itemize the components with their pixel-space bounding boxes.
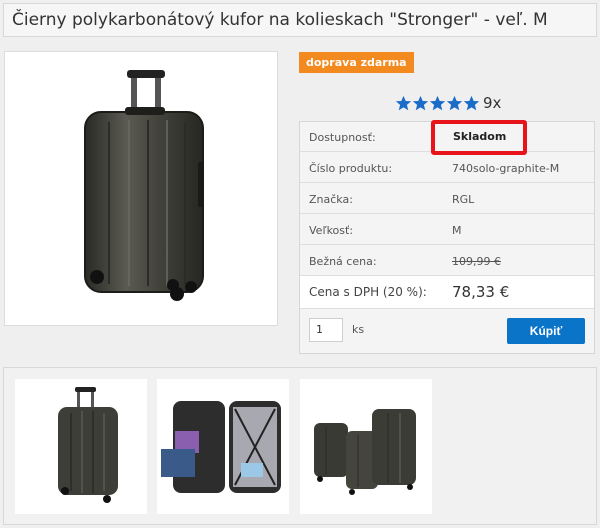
product-info-box: Dostupnosť: Číslo produktu: 740solo-grap… xyxy=(299,121,595,354)
detail-label: Číslo produktu: xyxy=(309,162,393,175)
price-row: Cena s DPH (20 %): 78,33 € xyxy=(300,276,594,309)
detail-label: Značka: xyxy=(309,193,353,206)
detail-value: 740solo-graphite-M xyxy=(452,162,560,175)
detail-row-product-number: Číslo produktu: 740solo-graphite-M xyxy=(300,153,594,183)
detail-row-regular-price: Bežná cena: 109,99 € xyxy=(300,246,594,276)
detail-label: Veľkosť: xyxy=(309,224,354,237)
star-icon xyxy=(412,95,429,110)
detail-row-size: Veľkosť: M xyxy=(300,215,594,245)
detail-label: Bežná cena: xyxy=(309,255,377,268)
thumbnail-strip xyxy=(3,367,597,525)
suitcase-open-thumbnail[interactable] xyxy=(157,379,289,514)
product-title-bar: Čierny polykarbonátový kufor na kolieska… xyxy=(3,3,597,37)
detail-value: M xyxy=(452,224,462,237)
quantity-unit: ks xyxy=(352,323,365,336)
detail-value[interactable]: RGL xyxy=(452,193,474,206)
quantity-input[interactable]: 1 xyxy=(309,318,343,342)
price-value: 78,33 € xyxy=(452,283,510,301)
detail-label: Dostupnosť: xyxy=(309,131,376,144)
rating[interactable]: 9x xyxy=(395,93,501,113)
star-icon xyxy=(446,95,463,110)
availability-value: Skladom xyxy=(453,130,507,143)
main-product-image[interactable] xyxy=(4,51,278,326)
page-title: Čierny polykarbonátový kufor na kolieska… xyxy=(12,10,548,30)
detail-row-brand: Značka: RGL xyxy=(300,184,594,214)
free-shipping-badge: doprava zdarma xyxy=(299,52,414,73)
suitcase-open-image xyxy=(161,401,281,493)
star-icon xyxy=(463,95,480,110)
star-icon xyxy=(429,95,446,110)
star-icon xyxy=(395,95,412,110)
suitcase-set-image xyxy=(314,409,416,495)
buy-button[interactable]: Kúpiť xyxy=(507,318,585,344)
suitcase-image xyxy=(58,387,118,503)
rating-count: 9x xyxy=(483,94,502,112)
suitcase-front-thumbnail[interactable] xyxy=(15,379,147,514)
price-label: Cena s DPH (20 %): xyxy=(309,285,427,299)
suitcase-set-thumbnail[interactable] xyxy=(300,379,432,514)
suitcase-image xyxy=(84,70,204,301)
regular-price: 109,99 € xyxy=(452,255,501,268)
